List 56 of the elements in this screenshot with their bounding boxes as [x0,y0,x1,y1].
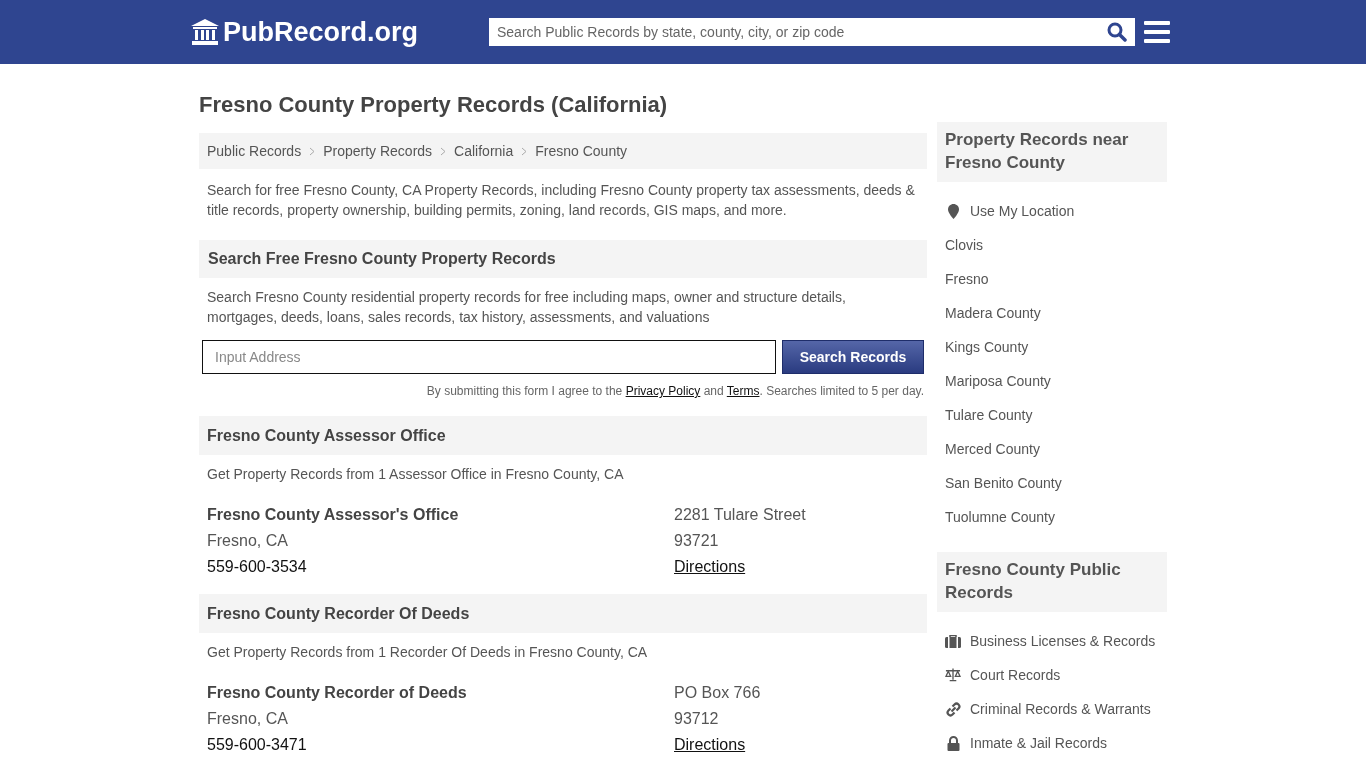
lock-icon [946,735,960,751]
courthouse-icon [191,19,219,45]
sidebar-link[interactable]: Court Records [945,664,1061,686]
sidebar-link[interactable]: Clovis [945,234,984,256]
office-name: Fresno County Recorder of Deeds [207,683,468,703]
form-disclaimer: By submitting this form I agree to the Privacy Policy and Terms. Searches limited to 5 per day. [425,383,925,400]
chevron-icon [440,146,447,156]
street-address: 2281 Tulare Street [674,505,807,525]
phone-number: 559-600-3534 [207,557,308,577]
phone-number: 559-600-3471 [207,735,308,755]
section-description: Search Fresno County residential property records for free including maps, owner and structure details, mortgages, deeds, loans, sales records, tax history, assessments, and valuations [206,288,847,327]
city-state: Fresno, CA [207,709,289,729]
menu-icon[interactable] [1144,21,1170,43]
sidebar-link[interactable]: Madera County [945,302,1041,324]
section-heading: Search Free Fresno County Property Records [199,240,927,278]
sidebar-link[interactable]: San Benito County [945,472,1062,494]
sidebar-link[interactable]: Criminal Records & Warrants [945,698,1151,720]
breadcrumb-link[interactable]: California [454,140,514,162]
zip-code: 93721 [674,531,720,551]
chevron-icon [521,146,528,156]
section-description: Get Property Records from 1 Assessor Office in Fresno County, CA [206,465,625,484]
intro-paragraph: Search for free Fresno County, CA Property Records, including Fresno County property tax assessments, deeds & title records, property ownership, building permits, zoning, land records, GIS maps, and more. [206,181,916,220]
section-heading: Fresno County Recorder Of Deeds [199,594,927,633]
link-icon [945,701,961,717]
sidebar-link[interactable]: Fresno [945,268,989,290]
sidebar-link[interactable]: Mariposa County [945,370,1051,392]
search-records-button[interactable]: Search Records [782,340,924,374]
site-logo[interactable]: PubRecord.org [191,11,489,53]
directions-link[interactable]: Directions [674,558,746,575]
office-name: Fresno County Assessor's Office [207,505,460,525]
breadcrumb-link[interactable]: Property Records [323,140,433,162]
breadcrumb-link[interactable]: Public Records [207,140,302,162]
section-description: Get Property Records from 1 Recorder Of Deeds in Fresno County, CA [206,643,649,662]
street-address: PO Box 766 [674,683,762,703]
briefcase-icon [945,634,961,648]
sidebar-link[interactable]: Business Licenses & Records [945,630,1156,652]
sidebar-heading: Property Records near Fresno County [937,122,1167,182]
address-input-field[interactable]: Input Address [202,340,776,374]
sidebar-link[interactable]: Tuolumne County [945,506,1055,528]
page-title: Fresno County Property Records (California) [199,91,669,119]
sidebar-link[interactable]: Use My Location [945,200,1075,222]
sidebar-link[interactable]: Inmate & Jail Records [945,732,1107,754]
breadcrumb-link[interactable]: Fresno County [535,140,628,162]
sidebar-link[interactable]: Tulare County [945,404,1033,426]
map-pin-icon [947,203,959,219]
scale-icon [945,668,961,682]
search-icon[interactable] [1107,22,1127,42]
privacy-policy-link[interactable]: Privacy Policy [625,384,701,398]
section-heading: Fresno County Assessor Office [199,416,927,455]
directions-link[interactable]: Directions [674,736,746,753]
zip-code: 93712 [674,709,720,729]
sidebar-link[interactable]: Merced County [945,438,1040,460]
chevron-icon [309,146,316,156]
sidebar-link[interactable]: Kings County [945,336,1029,358]
city-state: Fresno, CA [207,531,289,551]
sidebar-heading: Fresno County Public Records [937,552,1167,612]
